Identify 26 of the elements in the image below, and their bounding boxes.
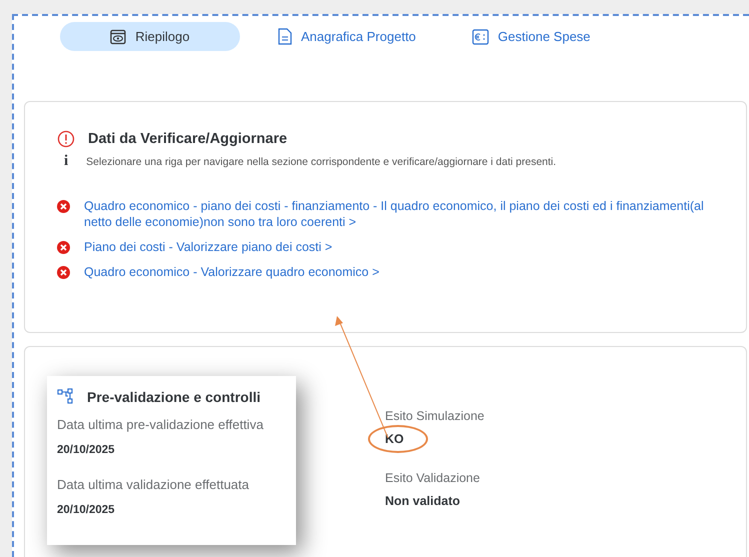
field-label: Esito Simulazione [385,409,486,423]
warning-icon [57,130,75,148]
field-value: KO [385,432,404,446]
field-label: Data ultima validazione effettuata [57,477,250,492]
info-icon: i [64,153,68,170]
field-label: Data ultima pre-validazione effettiva [57,417,264,432]
field-value: Non validato [385,494,460,508]
currency-icon [472,28,489,44]
info-text: Selezionare una riga per navigare nella sezione corrispondente e verificare/aggiornare i dati presenti. [86,156,556,168]
tab[interactable]: Gestione Spese [454,22,608,51]
field-label: Esito Validazione [385,471,481,485]
error-icon [57,200,70,213]
field-value: 20/10/2025 [57,504,116,516]
issue-link[interactable]: Quadro economico - piano dei costi - finanziamento - Il quadro economico, il piano dei costi ed i finanziamenti(al netto delle economie)non sono tra loro coerenti > [84,198,724,230]
document-icon [278,28,292,45]
hierarchy-icon [57,388,74,405]
popup-title: Pre-validazione e controlli [87,388,260,404]
tab[interactable]: Riepilogo [60,22,240,51]
issue-link[interactable]: Quadro economico - Valorizzare quadro economico > [84,264,380,280]
issue-link[interactable]: Piano dei costi - Valorizzare piano dei costi > [84,239,332,255]
field-value: 20/10/2025 [57,444,116,456]
tab[interactable]: Anagrafica Progetto [260,22,434,51]
error-icon [57,241,70,254]
error-icon [57,266,70,279]
eye-icon [110,28,126,44]
panel-title: Dati da Verificare/Aggiornare [88,131,288,147]
